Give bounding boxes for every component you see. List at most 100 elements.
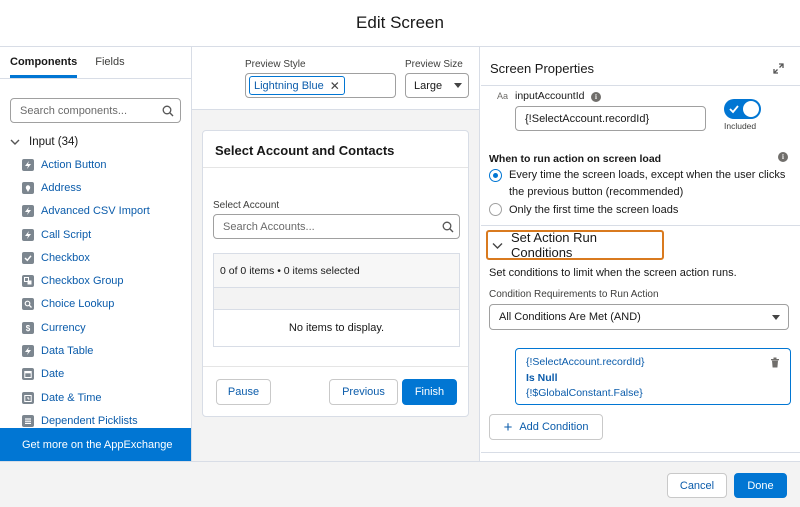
screen-preview-card: Select Account and Contacts Select Accou… [202, 130, 469, 417]
divider [481, 85, 800, 86]
contacts-data-table: 0 of 0 items • 0 items selected No items… [213, 253, 460, 347]
lookup-icon [22, 298, 34, 311]
appexchange-link[interactable]: Get more on the AppExchange [0, 428, 191, 461]
component-item[interactable]: Date & Time [0, 386, 191, 409]
search-icon [162, 105, 174, 116]
close-icon[interactable]: ✕ [330, 79, 340, 93]
component-item[interactable]: Advanced CSV Import [0, 200, 191, 223]
section-title: Set Action Run Conditions [511, 230, 597, 260]
include-toggle[interactable] [724, 99, 761, 119]
preview-size-value: Large [414, 79, 443, 92]
run-action-label: When to run action on screen load [489, 153, 662, 165]
tab-components[interactable]: Components [10, 47, 78, 78]
svg-text:$: $ [26, 324, 31, 332]
preview-style-pill[interactable]: Lightning Blue ✕ [249, 76, 345, 95]
properties-title: Screen Properties [490, 61, 595, 76]
component-label: Choice Lookup [41, 298, 115, 311]
component-item[interactable]: Checkbox Group [0, 269, 191, 292]
condition-requirements-label: Condition Requirements to Run Action [489, 289, 659, 300]
toggle-label: Included [724, 121, 757, 131]
add-condition-button[interactable]: + Add Condition [489, 414, 603, 440]
component-label: Checkbox [41, 251, 90, 264]
chevron-down-icon [10, 139, 20, 145]
modal-header: Edit Screen [0, 0, 800, 47]
category-label: Input (34) [29, 136, 79, 148]
radio-every-time[interactable]: Every time the screen loads, except when… [489, 169, 789, 200]
component-search-input[interactable] [20, 104, 162, 117]
trash-icon[interactable] [770, 357, 780, 368]
preview-style-combobox[interactable]: Lightning Blue ✕ [245, 73, 396, 98]
radio-button[interactable] [489, 169, 502, 182]
screen-properties-panel: Screen Properties Aa inputAccountId i {!… [481, 47, 800, 461]
pause-button[interactable]: Pause [216, 379, 271, 405]
toggle-knob [743, 101, 759, 117]
done-button[interactable]: Done [734, 473, 787, 498]
account-search-input[interactable]: Search Accounts... [213, 214, 460, 239]
caret-down-icon [454, 83, 462, 88]
components-tabs: Components Fields [0, 47, 191, 79]
component-item[interactable]: Date [0, 363, 191, 386]
radio-first-time[interactable]: Only the first time the screen loads [489, 203, 678, 217]
picklist-icon [22, 414, 34, 427]
component-label: Data Table [41, 345, 94, 358]
radio-button[interactable] [489, 203, 502, 216]
finish-button[interactable]: Finish [402, 379, 457, 405]
location-pin-icon [22, 181, 34, 194]
component-label: Address [41, 181, 82, 194]
component-label: Date [41, 368, 65, 381]
account-search-placeholder: Search Accounts... [223, 220, 315, 233]
divider [203, 167, 468, 168]
component-label: Advanced CSV Import [41, 205, 150, 218]
radio-label: Only the first time the screen loads [509, 204, 679, 216]
components-panel: Components Fields Input (34) Action Butt… [0, 47, 192, 461]
info-icon[interactable]: i [591, 92, 601, 102]
divider [481, 225, 800, 226]
divider [203, 366, 468, 367]
variable-value-input[interactable]: {!SelectAccount.recordId} [515, 106, 706, 131]
preview-size-select[interactable]: Large [405, 73, 469, 98]
cancel-button[interactable]: Cancel [667, 473, 727, 498]
checkbox-icon [22, 251, 34, 264]
screen-title: Select Account and Contacts [215, 143, 395, 158]
conditions-description: Set conditions to limit when the screen … [489, 267, 737, 279]
component-item[interactable]: $ Currency [0, 316, 191, 339]
component-search[interactable] [10, 98, 181, 123]
tab-fields[interactable]: Fields [95, 47, 124, 78]
set-action-run-conditions-header[interactable]: Set Action Run Conditions [486, 230, 664, 260]
component-item[interactable]: Choice Lookup [0, 293, 191, 316]
component-item[interactable]: Data Table [0, 339, 191, 362]
component-item[interactable]: Checkbox [0, 246, 191, 269]
component-list: Action Button Address Advanced CSV Import C… [0, 153, 191, 433]
component-item[interactable]: Call Script [0, 223, 191, 246]
select-account-label: Select Account [213, 200, 280, 211]
preview-size-label: Preview Size [405, 59, 463, 70]
text-variable-icon: Aa [497, 91, 509, 101]
component-label: Date & Time [41, 391, 102, 404]
component-item[interactable]: Action Button [0, 153, 191, 176]
condition-requirements-select[interactable]: All Conditions Are Met (AND) [489, 304, 789, 330]
divider [481, 452, 800, 453]
info-icon[interactable]: i [778, 152, 788, 162]
currency-icon: $ [22, 321, 34, 334]
checkbox-group-icon [22, 275, 34, 288]
component-item[interactable]: Address [0, 176, 191, 199]
modal-title: Edit Screen [356, 13, 444, 32]
preview-style-label: Preview Style [245, 59, 306, 70]
component-label: Action Button [41, 158, 107, 171]
component-label: Dependent Picklists [41, 414, 138, 427]
lightning-icon [22, 345, 34, 358]
expand-icon[interactable] [773, 63, 784, 74]
lightning-icon [22, 228, 34, 241]
component-label: Currency [41, 321, 86, 334]
condition-value: {!$GlobalConstant.False} [526, 387, 643, 399]
preview-style-value: Lightning Blue [254, 79, 324, 92]
chevron-down-icon [492, 242, 503, 249]
preview-panel: Preview Style Lightning Blue ✕ Preview S… [192, 47, 480, 461]
previous-button[interactable]: Previous [329, 379, 398, 405]
calendar-clock-icon [22, 391, 34, 404]
condition-resource: {!SelectAccount.recordId} [526, 356, 645, 368]
preview-toolbar: Preview Style Lightning Blue ✕ Preview S… [192, 47, 479, 110]
condition-card[interactable]: {!SelectAccount.recordId} Is Null {!$Glo… [515, 348, 791, 405]
category-input[interactable]: Input (34) [0, 131, 191, 153]
plus-icon: + [503, 418, 513, 436]
